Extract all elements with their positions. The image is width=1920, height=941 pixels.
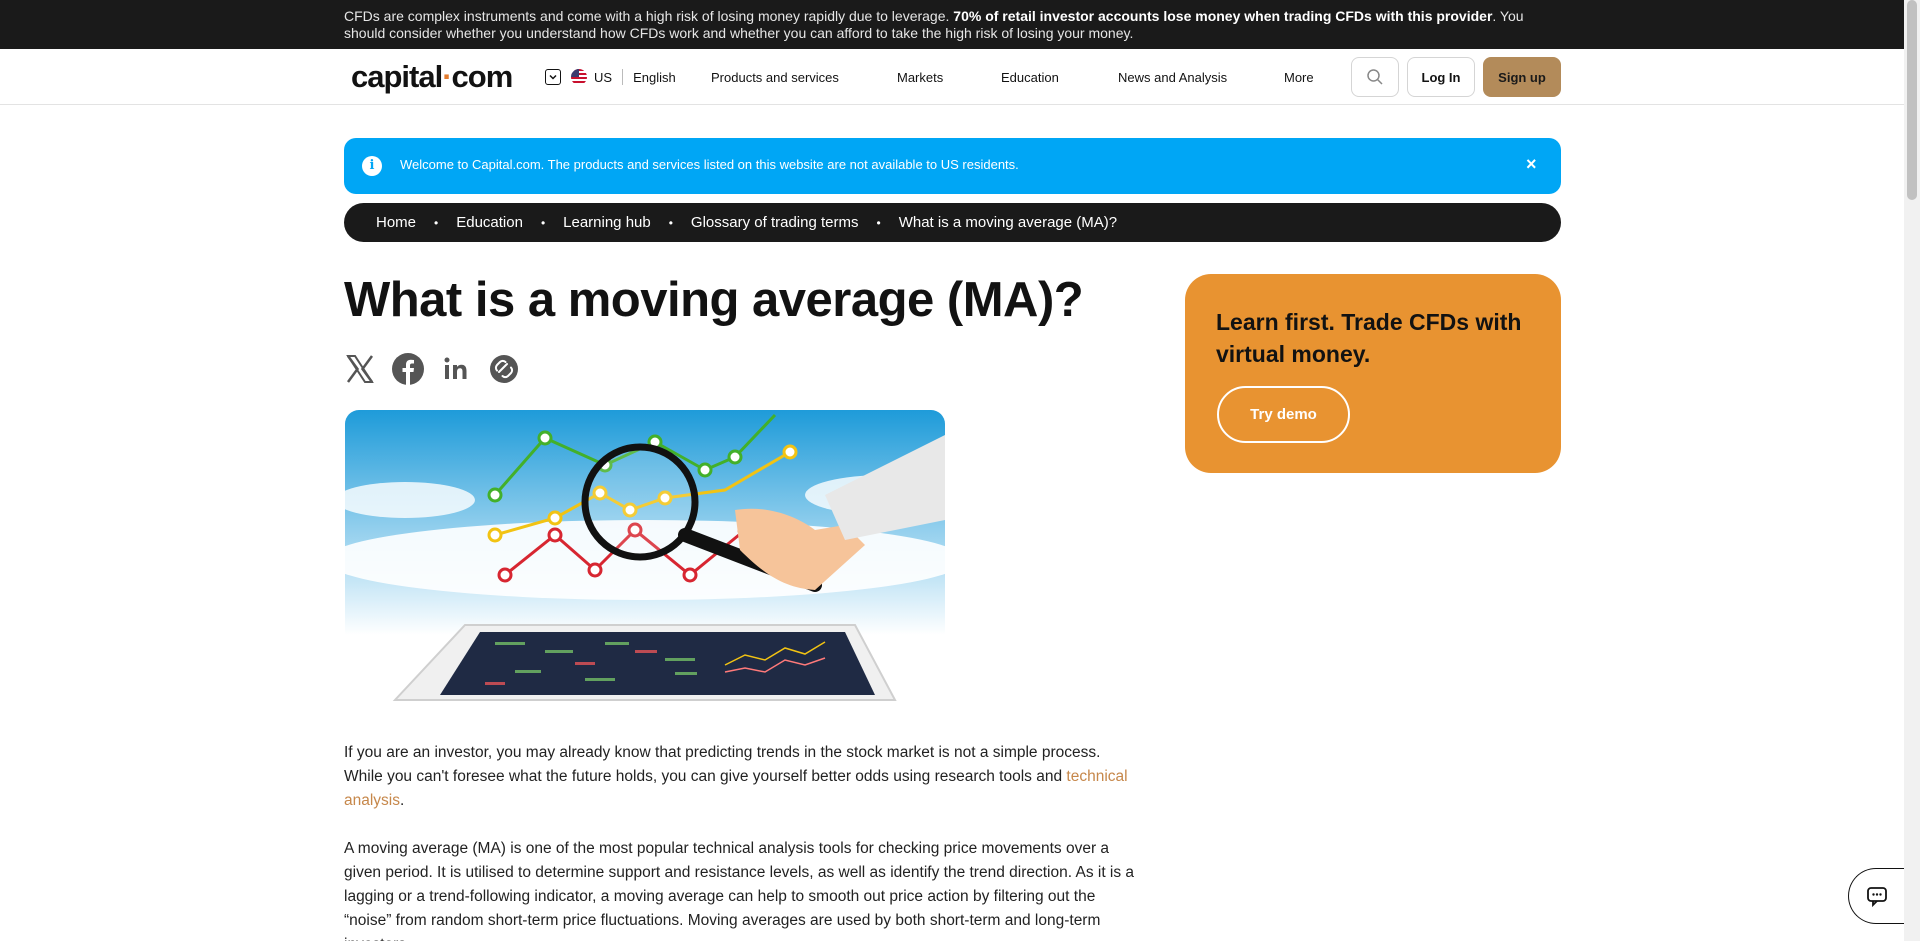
close-icon[interactable]: × <box>1526 154 1537 175</box>
risk-warning-pre: CFDs are complex instruments and come wi… <box>344 8 954 24</box>
login-button[interactable]: Log In <box>1407 57 1475 97</box>
risk-warning-bold: 70% of retail investor accounts lose mon… <box>953 8 1493 24</box>
page-scrollbar[interactable] <box>1904 0 1920 941</box>
chat-icon <box>1866 887 1887 908</box>
risk-warning-bar: CFDs are complex instruments and come wi… <box>0 0 1904 49</box>
breadcrumb-glossary[interactable]: Glossary of trading terms <box>691 214 859 231</box>
search-icon <box>1367 69 1383 85</box>
notice-message: Welcome to Capital.com. The products and… <box>400 157 1019 172</box>
facebook-icon[interactable] <box>392 353 424 385</box>
copy-link-icon[interactable] <box>488 353 520 385</box>
logo-end: com <box>451 59 514 94</box>
article-paragraph-2: A moving average (MA) is one of the most… <box>344 840 1135 941</box>
paragraph-text: If you are an investor, you may already … <box>344 744 1101 785</box>
chat-button[interactable] <box>1848 868 1904 924</box>
breadcrumb-separator: • <box>876 215 881 230</box>
breadcrumb-education[interactable]: Education <box>456 214 523 231</box>
search-button[interactable] <box>1351 57 1399 97</box>
language-label: English <box>633 69 676 85</box>
region-label: US <box>594 69 613 85</box>
try-demo-button[interactable]: Try demo <box>1217 386 1350 443</box>
signup-button[interactable]: Sign up <box>1483 57 1561 97</box>
us-notice-banner: i Welcome to Capital.com. The products a… <box>344 138 1561 194</box>
linkedin-icon[interactable] <box>440 353 472 385</box>
risk-warning-text: CFDs are complex instruments and come wi… <box>344 8 1566 42</box>
breadcrumb-separator: • <box>668 215 673 230</box>
page-title: What is a moving average (MA)? <box>344 273 1084 327</box>
scrollbar-thumb[interactable] <box>1907 0 1917 200</box>
breadcrumb-current: What is a moving average (MA)? <box>898 214 1118 231</box>
paragraph-text: . <box>400 792 405 809</box>
nav-education[interactable]: Education <box>1001 70 1059 85</box>
x-icon[interactable] <box>344 353 376 385</box>
demo-heading: Learn first. Trade CFDs with virtual mon… <box>1216 309 1522 367</box>
nav-products-and-services[interactable]: Products and services <box>711 70 839 85</box>
demo-promo-card: Learn first. Trade CFDs with virtual mon… <box>1185 274 1561 473</box>
logo[interactable]: capital·com <box>351 59 514 95</box>
logo-dot: · <box>442 59 452 94</box>
breadcrumb-learning-hub[interactable]: Learning hub <box>563 214 651 231</box>
nav-news-and-analysis[interactable]: News and Analysis <box>1118 70 1227 85</box>
region-divider <box>622 69 624 85</box>
breadcrumb-home[interactable]: Home <box>376 214 416 231</box>
article-paragraph-1: If you are an investor, you may already … <box>344 741 1139 813</box>
us-flag-icon <box>571 69 587 85</box>
article-hero-image <box>345 410 945 710</box>
nav-markets[interactable]: Markets <box>897 70 943 85</box>
region-selector[interactable]: US English <box>545 69 676 85</box>
breadcrumb-separator: • <box>434 215 439 230</box>
breadcrumb: Home • Education • Learning hub • Glossa… <box>344 203 1561 242</box>
nav-more[interactable]: More <box>1284 70 1314 85</box>
info-icon: i <box>362 156 382 176</box>
breadcrumb-separator: • <box>540 215 546 230</box>
logo-main: capital <box>351 59 443 94</box>
site-header: capital·com US English Products and serv… <box>0 49 1904 105</box>
chevron-down-icon <box>545 69 561 85</box>
